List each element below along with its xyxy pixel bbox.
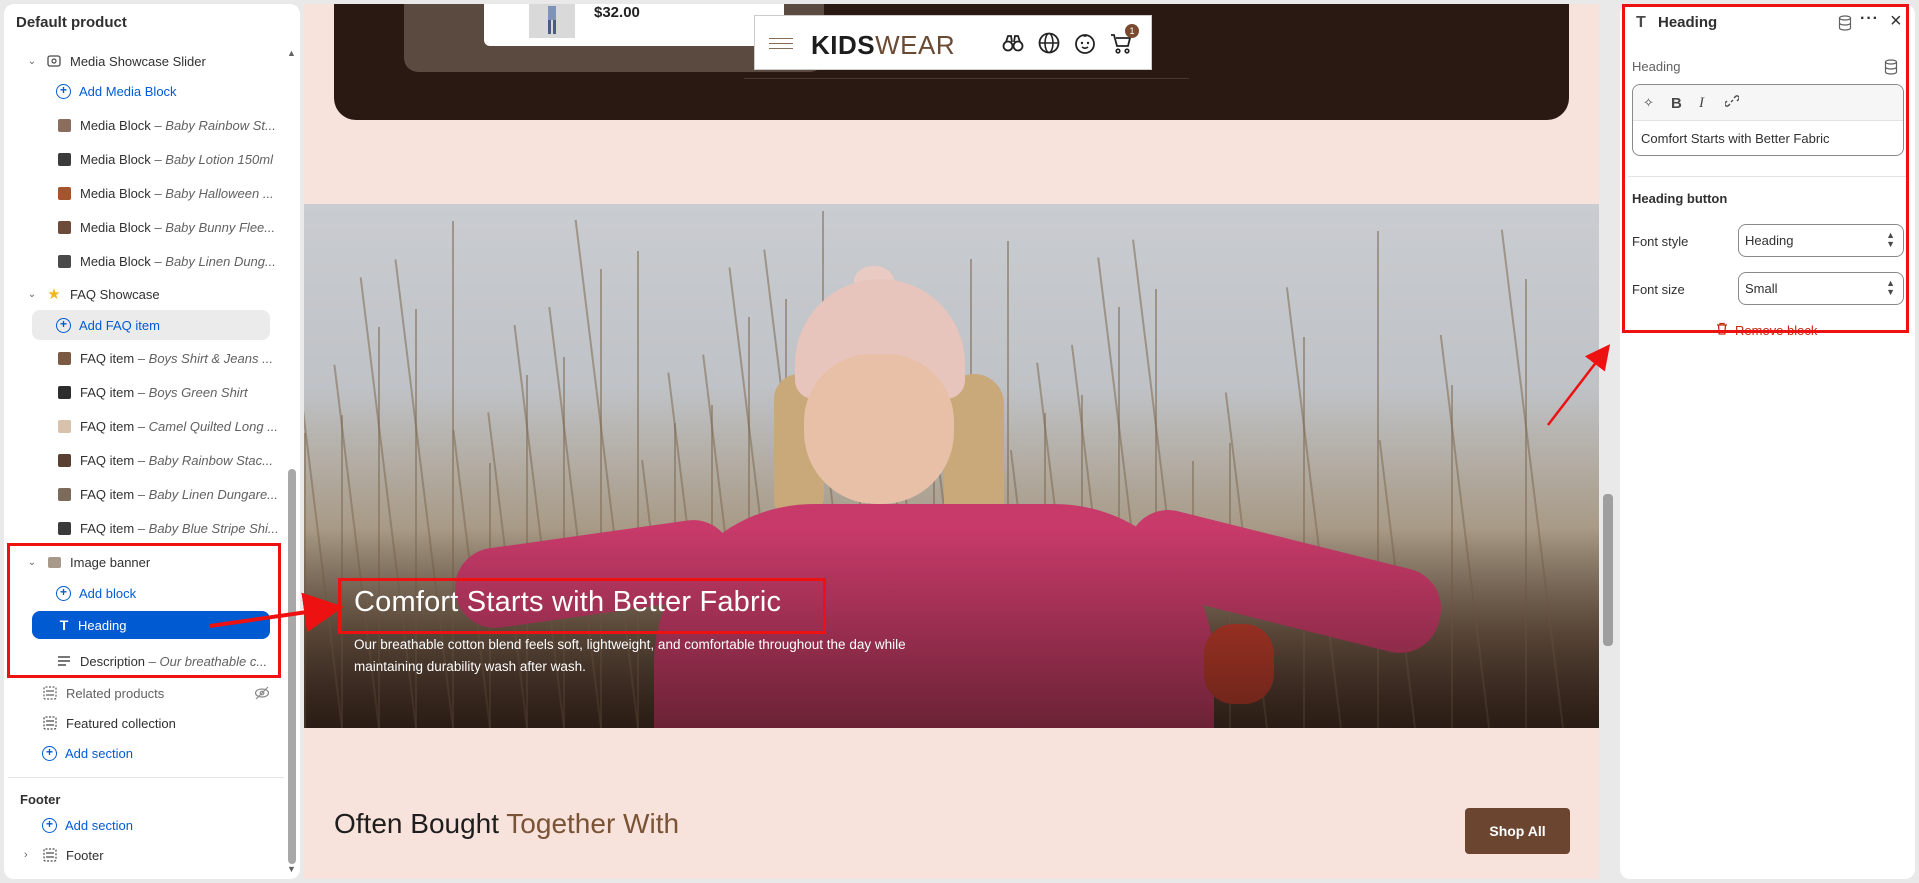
- annotation-arrow-left: [209, 592, 344, 633]
- annotation-arrows: [209, 344, 1611, 633]
- annotation-arrow-right: [1547, 344, 1611, 426]
